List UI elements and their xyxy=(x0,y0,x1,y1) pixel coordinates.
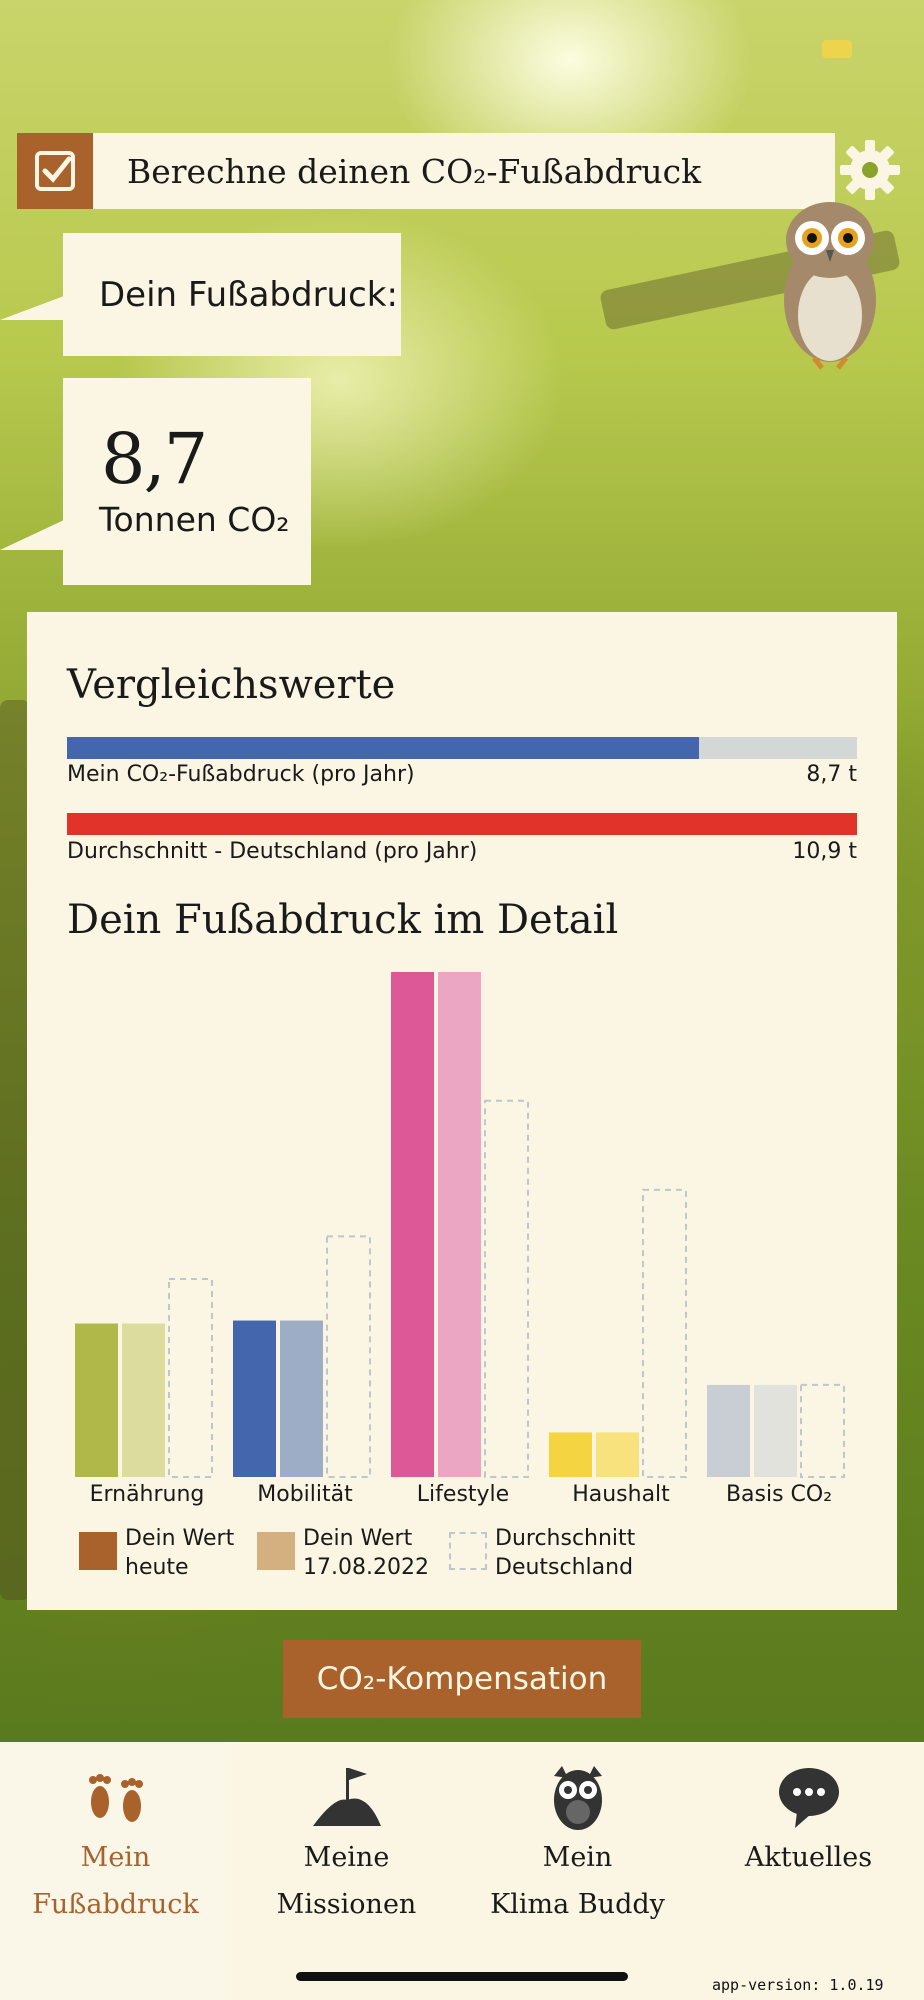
bar-today-3 xyxy=(549,1432,592,1477)
footprint-label: Dein Fußabdruck: xyxy=(99,274,398,315)
x-tick-label: Ernährung xyxy=(89,1482,205,1507)
owl-mascot xyxy=(760,190,900,380)
app-version: app-version: 1.0.19 xyxy=(712,1976,884,1994)
footprint-value-bubble: 8,7 Tonnen CO₂ xyxy=(63,378,311,585)
nav-label-missions: Meine Missionen xyxy=(276,1842,417,1920)
x-tick-label: Basis CO₂ xyxy=(725,1482,833,1507)
comparison-card: Vergleichswerte Mein CO₂-Fußabdruck (pro… xyxy=(27,612,897,1610)
header-bar: Berechne deinen CO₂-Fußabdruck xyxy=(17,133,835,209)
average-bar xyxy=(67,813,857,835)
nav-item-missions[interactable]: Meine Missionen xyxy=(231,1742,462,2000)
page-title[interactable]: Berechne deinen CO₂-Fußabdruck xyxy=(93,133,835,209)
bar-today-1 xyxy=(233,1320,276,1477)
bar-average-2 xyxy=(484,1099,529,1478)
nav-item-news[interactable]: Aktuelles xyxy=(693,1742,924,2000)
bar-past-2 xyxy=(438,972,481,1477)
detail-bar-chart xyxy=(75,972,845,1479)
footprints-icon xyxy=(76,1756,156,1836)
bar-average-4 xyxy=(800,1383,845,1479)
bar-past-4 xyxy=(754,1384,797,1477)
footprint-value: 8,7 xyxy=(101,418,208,500)
bar-today-0 xyxy=(75,1323,118,1477)
my-footprint-value: 8,7 t xyxy=(806,762,857,787)
trunk-decoration xyxy=(0,700,30,1600)
bar-average-3 xyxy=(642,1188,687,1478)
nav-item-footprint[interactable]: Mein Fußabdruck xyxy=(0,1742,231,2000)
x-tick-label: Mobilität xyxy=(257,1482,353,1507)
home-indicator[interactable] xyxy=(296,1972,628,1981)
legend-item: Durchschnitt Deutschland xyxy=(449,1524,635,1582)
legend-item: Dein Wert heute xyxy=(79,1524,234,1582)
my-footprint-bar xyxy=(67,737,857,759)
mountain-flag-icon xyxy=(307,1756,387,1836)
bar-average-0 xyxy=(168,1277,213,1478)
my-footprint-label: Mein CO₂-Fußabdruck (pro Jahr) xyxy=(67,762,415,787)
bar-past-3 xyxy=(596,1432,639,1477)
chat-bubble-icon xyxy=(769,1756,849,1836)
bar-today-4 xyxy=(707,1384,750,1477)
legend-swatch xyxy=(79,1532,117,1570)
bubble-tail xyxy=(0,296,64,320)
legend-swatch xyxy=(449,1532,487,1570)
average-bar-fill xyxy=(67,813,857,835)
battery-icon xyxy=(822,40,852,58)
average-value: 10,9 t xyxy=(792,839,857,864)
nav-label-news: Aktuelles xyxy=(744,1842,873,1873)
owl-icon xyxy=(538,1756,618,1836)
legend-label: Dein Wert 17.08.2022 xyxy=(303,1526,429,1580)
bar-today-2 xyxy=(391,972,434,1477)
detail-title: Dein Fußabdruck im Detail xyxy=(67,897,619,943)
bar-past-0 xyxy=(122,1323,165,1477)
nav-item-klima-buddy[interactable]: Mein Klima Buddy xyxy=(462,1742,693,2000)
bar-past-1 xyxy=(280,1320,323,1477)
footprint-unit: Tonnen CO₂ xyxy=(99,500,290,539)
nav-label-klima-buddy: Mein Klima Buddy xyxy=(490,1842,665,1920)
legend-item: Dein Wert 17.08.2022 xyxy=(257,1524,429,1582)
x-tick-label: Haushalt xyxy=(572,1482,670,1507)
nav-label-footprint: Mein Fußabdruck xyxy=(32,1842,199,1920)
legend-label: Dein Wert heute xyxy=(125,1526,235,1580)
footprint-label-bubble: Dein Fußabdruck: xyxy=(63,233,401,356)
average-label: Durchschnitt - Deutschland (pro Jahr) xyxy=(67,839,478,864)
x-tick-label: Lifestyle xyxy=(416,1482,510,1507)
bubble-tail xyxy=(0,520,64,550)
legend-label: Durchschnitt Deutschland xyxy=(495,1526,636,1580)
co2-compensation-button[interactable]: CO₂-Kompensation xyxy=(283,1640,641,1718)
checkbox-icon[interactable] xyxy=(17,133,93,209)
bar-average-1 xyxy=(326,1235,371,1478)
comparison-title: Vergleichswerte xyxy=(67,662,396,708)
bottom-navigation: Mein Fußabdruck Meine Missionen Mein Kli… xyxy=(0,1742,924,2000)
my-footprint-bar-fill xyxy=(67,737,699,759)
legend-swatch xyxy=(257,1532,295,1570)
